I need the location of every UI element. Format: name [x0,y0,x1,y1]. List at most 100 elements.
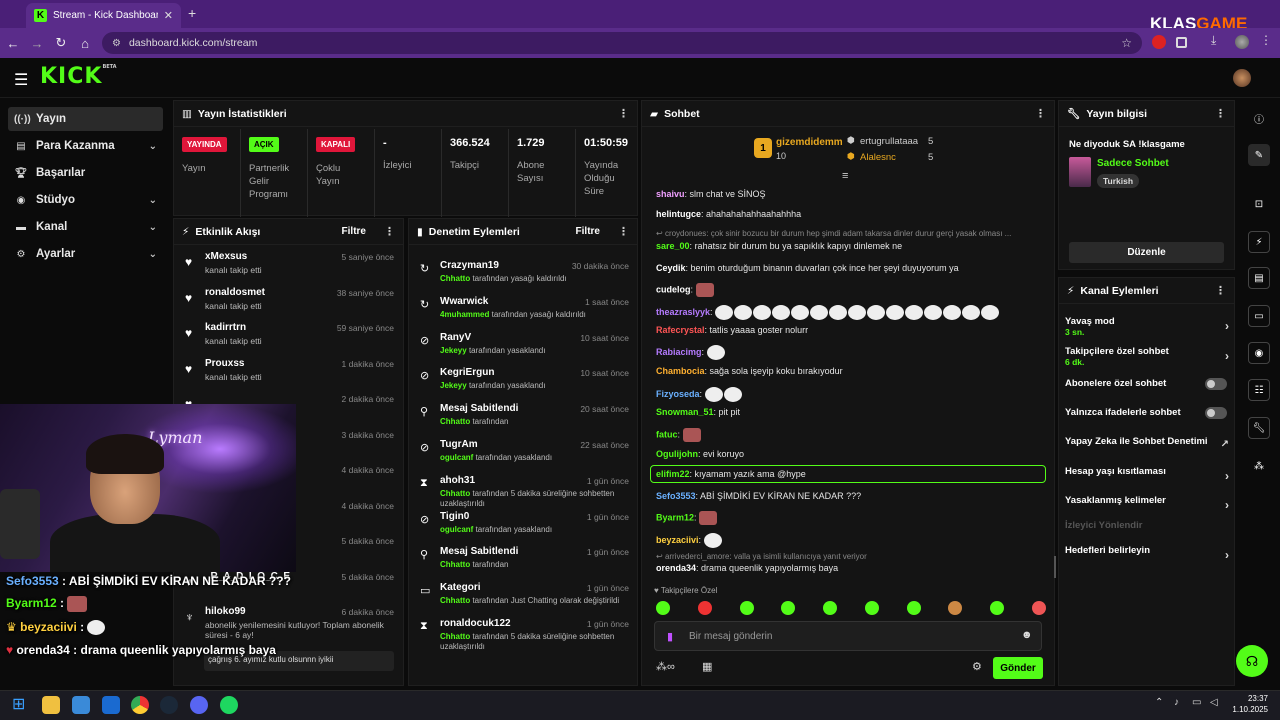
chat-username[interactable]: orenda34 [656,563,696,573]
outlook-icon[interactable] [102,696,120,714]
shop-icon[interactable]: ▦ [702,660,712,673]
chat-input[interactable]: ▮ Bir mesaj gönderin ☻ [654,621,1042,651]
chat-message[interactable]: orenda34: drama queenlik yapıyolarmış ba… [656,563,838,573]
moderation-target[interactable]: Tigin0 [440,511,469,522]
activity-user[interactable]: kadirrtrn [205,322,246,333]
chat-username[interactable]: Chambocia [656,366,705,376]
chat-message[interactable]: Rabiacimg: [656,345,726,360]
chat-username[interactable]: sare_00 [656,241,690,251]
channel-action[interactable]: Yasaklanmış kelimeler › [1065,495,1229,512]
steam-icon[interactable] [160,696,178,714]
moderation-target[interactable]: RanyV [440,332,471,343]
chat-icon[interactable]: ▭ [1248,305,1270,327]
chat-message[interactable]: Ceydik: benim oturduğum binanın duvarlar… [656,263,959,273]
chat-username[interactable]: fatuc [656,429,678,439]
lightning-icon[interactable]: ⚡︎ [1248,231,1270,253]
tray-mic-icon[interactable]: ♪ [1174,697,1179,708]
activity-user[interactable]: Prouxss [205,358,244,369]
points-icon[interactable]: ⁂∞ [656,660,675,673]
info-icon[interactable]: ⓘ [1248,107,1270,129]
emote-icon[interactable] [1031,601,1046,615]
moderation-target[interactable]: Kategori [440,582,481,593]
chat-username[interactable]: helintugce [656,209,701,219]
taskbar-clock[interactable]: 23:37 1.10.2025 [1226,693,1268,715]
chat-message[interactable]: Snowman_51: pit pit [656,407,740,417]
moderation-target[interactable]: KegriErgun [440,367,494,378]
file-explorer-icon[interactable] [42,696,60,714]
chat-username[interactable]: elifim22 [656,469,690,479]
more-options-icon[interactable]: ⋮ [618,107,629,120]
moderation-target[interactable]: Mesaj Sabitlendi [440,546,518,557]
sidebar-item-para-kazanma[interactable]: ▤ Para Kazanma ⌄ [8,134,163,158]
new-tab-icon[interactable]: + [188,5,196,21]
chat-message[interactable]: beyzaciivi: [656,533,723,548]
leader-name[interactable]: Alalesnc [860,152,896,163]
chat-message[interactable]: Ogulijohn: evi koruyo [656,449,744,459]
download-icon[interactable]: ⤓ [1211,33,1225,47]
chat-username[interactable]: Fizyoseda [656,389,700,399]
channel-action[interactable]: Hesap yaşı kısıtlaması › [1065,466,1229,483]
sidebar-item-basarilar[interactable]: 🏆︎ Başarılar [8,161,163,185]
store-icon[interactable] [72,696,90,714]
leader-name[interactable]: gizemdidemm [776,137,843,148]
users-icon[interactable]: ☷ [1248,379,1270,401]
chat-message[interactable]: sare_00: rahatsız bir durum bu ya sapıkl… [656,241,902,251]
edit-button[interactable]: Düzenle [1069,242,1224,263]
emote-icon[interactable] [656,601,670,615]
moderation-target[interactable]: ronaldocuk122 [440,618,511,629]
category-name[interactable]: Sadece Sohbet [1097,158,1169,169]
reload-icon[interactable]: ↻ [50,35,72,51]
moderation-target[interactable]: Crazyman19 [440,260,499,271]
send-button[interactable]: Gönder [993,657,1043,679]
emoji-icon[interactable]: ☻ [1021,629,1033,641]
spotify-icon[interactable] [220,696,238,714]
chat-username[interactable]: Byarm12 [656,512,694,522]
channel-action[interactable]: Yalnızca ifadelerle sohbet [1065,407,1229,419]
document-icon[interactable]: ▤ [1248,267,1270,289]
chat-message[interactable]: Sefo3553: ABİ ŞİMDİKİ EV KİRAN NE KADAR … [656,491,861,501]
discord-icon[interactable] [190,696,208,714]
channel-action[interactable]: Yavaş mod 3 sn. › [1065,316,1229,337]
toggle-switch[interactable] [1205,378,1227,390]
emote-icon[interactable] [948,601,963,615]
home-icon[interactable]: ⌂ [74,36,96,51]
back-icon[interactable]: ← [2,36,24,51]
channel-action[interactable]: Abonelere özel sohbet [1065,378,1229,390]
chat-message[interactable]: Fizyoseda: [656,387,743,402]
more-options-icon[interactable]: ⋮ [1215,107,1226,120]
chat-username[interactable]: shaivu [656,189,685,199]
channel-action[interactable]: Yapay Zeka ile Sohbet Denetimi ↗ [1065,436,1229,450]
toggle-switch[interactable] [1205,407,1227,419]
emote-icon[interactable] [906,601,921,615]
chat-username[interactable]: Ogulijohn [656,449,698,459]
chrome-icon[interactable] [131,696,149,714]
collapse-icon[interactable]: ≡ [842,170,848,182]
emote-icon[interactable] [823,601,838,615]
chat-username[interactable]: beyzaciivi [656,535,699,545]
chat-username[interactable]: theazraslyyk [656,307,710,317]
chat-message[interactable]: Rafecrystal: tatlis yaaaa goster nolurr [656,325,808,335]
moderation-target[interactable]: Wwarwick [440,296,488,307]
browser-menu-icon[interactable]: ⋮ [1260,33,1274,47]
activity-user[interactable]: hiloko99 [205,606,246,617]
bookmark-star-icon[interactable]: ☆ [1121,36,1132,50]
emote-icon[interactable] [864,601,879,615]
chat-username[interactable]: Rabiacimg [656,347,702,357]
channel-action[interactable]: Hedefleri belirleyin › [1065,545,1229,562]
kick-logo[interactable]: KICKBETA [40,64,117,89]
sidebar-item-yayin[interactable]: ((·)) Yayın [8,107,163,131]
activity-user[interactable]: xMexsus [205,251,247,262]
moderation-target[interactable]: Mesaj Sabitlendi [440,403,518,414]
tray-chevron-icon[interactable]: ⌃ [1155,697,1163,708]
sidebar-item-ayarlar[interactable]: ⚙ Ayarlar ⌄ [8,242,163,266]
more-options-icon[interactable]: ⋮ [618,225,629,238]
chat-message[interactable]: elifim22: kıyamam yazık ama @hype [650,465,1046,483]
support-headset-icon[interactable]: ☊ [1236,645,1268,677]
emote-icon[interactable] [697,601,712,615]
windows-start-icon[interactable]: ⊞ [12,696,30,714]
chat-settings-icon[interactable]: ⚙ [972,660,982,673]
profile-avatar-icon[interactable] [1235,35,1249,49]
apps-icon[interactable]: ⁂ [1248,455,1270,477]
microphone-icon[interactable]: ▮ [667,630,673,643]
extension-icon[interactable] [1152,35,1166,49]
